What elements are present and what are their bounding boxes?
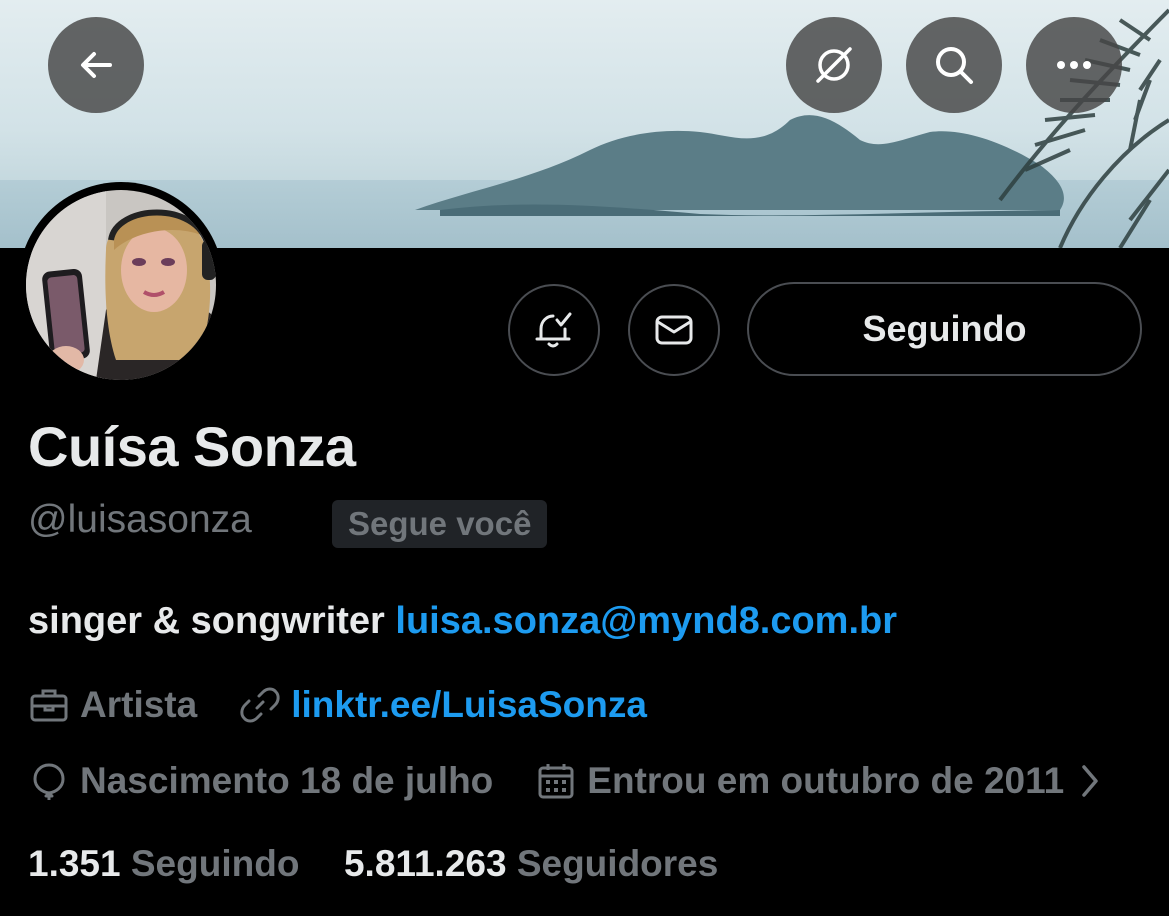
back-button[interactable] bbox=[48, 17, 144, 113]
following-count: 1.351 bbox=[28, 843, 121, 884]
website-link[interactable]: linktr.ee/LuisaSonza bbox=[291, 684, 647, 726]
following-stat[interactable]: 1.351 Seguindo bbox=[28, 843, 299, 884]
link-icon bbox=[240, 687, 280, 723]
following-button-label: Seguindo bbox=[862, 308, 1027, 349]
following-stat-label: Seguindo bbox=[130, 843, 300, 884]
birthday-item: Nascimento 18 de julho bbox=[28, 760, 493, 802]
calendar-icon bbox=[538, 764, 574, 799]
followers-stat-label: Seguidores bbox=[516, 843, 719, 884]
profile-meta-row-2: Nascimento 18 de julho Entrou em outubro… bbox=[28, 757, 1102, 805]
translate-button[interactable] bbox=[786, 17, 882, 113]
balloon-icon bbox=[33, 763, 65, 800]
search-button[interactable] bbox=[906, 17, 1002, 113]
joined-item: Entrou em outubro de 2011 bbox=[535, 760, 1064, 802]
envelope-icon bbox=[655, 315, 693, 345]
avatar-image bbox=[26, 190, 216, 380]
category-label: Artista bbox=[80, 684, 198, 725]
birthday-label: Nascimento 18 de julho bbox=[80, 760, 494, 801]
display-name: Cuísa Sonza bbox=[28, 415, 356, 478]
more-horizontal-icon bbox=[1057, 61, 1091, 69]
follow-stats: 1.351 Seguindo 5.811.263 Seguidores bbox=[28, 843, 718, 885]
bio-email-link[interactable]: luisa.sonza@mynd8.com.br bbox=[395, 600, 897, 642]
follows-you-badge: Segue você bbox=[332, 500, 548, 548]
briefcase-icon bbox=[30, 689, 68, 722]
profile-meta-row-1: Artista linktr.ee/LuisaSonza bbox=[28, 681, 647, 729]
followers-count: 5.811.263 bbox=[343, 843, 507, 884]
search-icon bbox=[936, 47, 973, 84]
chevron-right-icon[interactable] bbox=[1078, 761, 1102, 801]
website-item[interactable]: linktr.ee/LuisaSonza bbox=[239, 684, 647, 726]
arrow-left-icon bbox=[81, 52, 112, 78]
more-button[interactable] bbox=[1026, 17, 1122, 113]
following-button[interactable]: Seguindo bbox=[747, 282, 1142, 376]
bio: singer & songwriter luisa.sonza@mynd8.co… bbox=[28, 600, 897, 643]
joined-label: Entrou em outubro de 2011 bbox=[587, 760, 1065, 801]
user-handle: @luisasonza bbox=[28, 498, 252, 541]
followers-stat[interactable]: 5.811.263 Seguidores bbox=[344, 843, 718, 884]
avatar[interactable] bbox=[18, 182, 224, 388]
category-item: Artista bbox=[28, 684, 197, 726]
message-button[interactable] bbox=[628, 284, 720, 376]
globe-slash-icon bbox=[816, 47, 852, 83]
notifications-button[interactable] bbox=[508, 284, 600, 376]
bell-check-icon bbox=[535, 312, 572, 348]
bio-text: singer & songwriter bbox=[28, 600, 396, 642]
